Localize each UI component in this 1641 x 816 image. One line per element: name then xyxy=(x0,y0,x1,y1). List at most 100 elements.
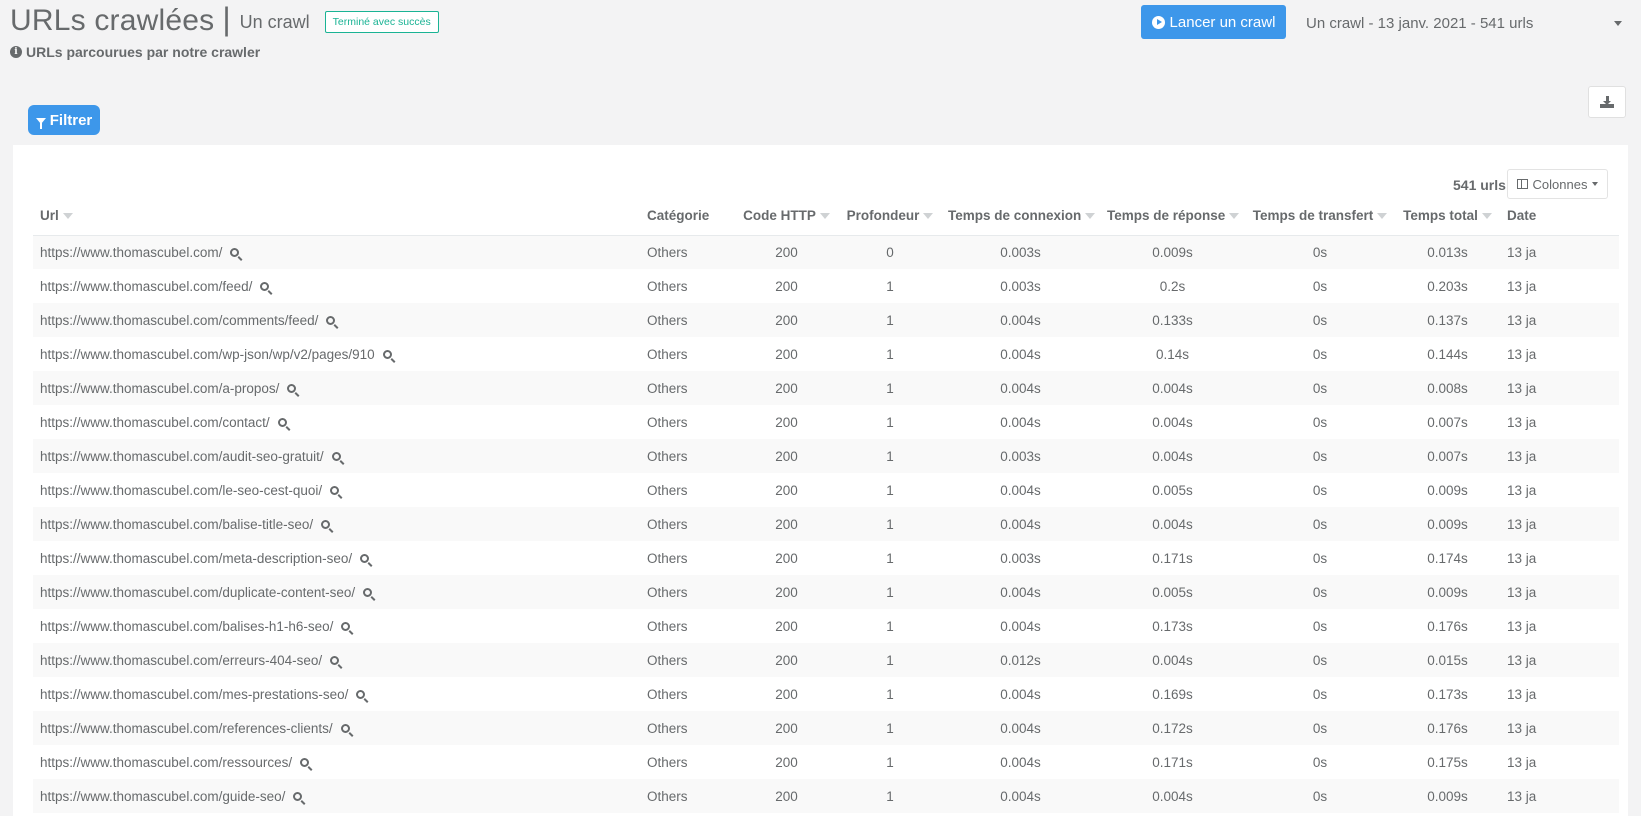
url-link[interactable]: https://www.thomascubel.com/duplicate-co… xyxy=(40,585,355,600)
url-link[interactable]: https://www.thomascubel.com/audit-seo-gr… xyxy=(40,449,324,464)
table-row[interactable]: https://www.thomascubel.com/a-propos/Oth… xyxy=(33,371,1619,405)
url-link[interactable]: https://www.thomascubel.com/balise-title… xyxy=(40,517,313,532)
search-icon[interactable] xyxy=(326,315,336,325)
search-icon[interactable] xyxy=(363,587,373,597)
col-header-http-code[interactable]: Code HTTP xyxy=(734,197,839,236)
cell-connect: 0.003s xyxy=(941,269,1100,303)
search-icon[interactable] xyxy=(356,689,366,699)
search-icon[interactable] xyxy=(360,553,370,563)
col-header-response-time[interactable]: Temps de réponse xyxy=(1100,197,1245,236)
cell-response: 0.004s xyxy=(1100,405,1245,439)
filter-button[interactable]: Filtrer xyxy=(28,105,100,135)
col-header-date[interactable]: Date xyxy=(1500,197,1619,236)
cell-url[interactable]: https://www.thomascubel.com/comments/fee… xyxy=(33,303,640,337)
search-icon[interactable] xyxy=(340,723,350,733)
url-link[interactable]: https://www.thomascubel.com/comments/fee… xyxy=(40,313,318,328)
search-icon[interactable] xyxy=(277,417,287,427)
cell-transfer: 0s xyxy=(1245,303,1395,337)
url-link[interactable]: https://www.thomascubel.com/wp-json/wp/v… xyxy=(40,347,375,362)
url-link[interactable]: https://www.thomascubel.com/balises-h1-h… xyxy=(40,619,333,634)
launch-crawl-button[interactable]: Lancer un crawl xyxy=(1141,5,1286,39)
search-icon[interactable] xyxy=(382,349,392,359)
url-link[interactable]: https://www.thomascubel.com/references-c… xyxy=(40,721,333,736)
cell-code: 200 xyxy=(734,779,839,813)
cell-url[interactable]: https://www.thomascubel.com/duplicate-co… xyxy=(33,575,640,609)
search-icon[interactable] xyxy=(330,655,340,665)
url-link[interactable]: https://www.thomascubel.com/ressources/ xyxy=(40,755,292,770)
url-link[interactable]: https://www.thomascubel.com/mes-prestati… xyxy=(40,687,348,702)
table-row[interactable]: https://www.thomascubel.com/mes-prestati… xyxy=(33,677,1619,711)
col-header-url[interactable]: Url xyxy=(33,197,640,236)
cell-url[interactable]: https://www.thomascubel.com/references-c… xyxy=(33,711,640,745)
table-row[interactable]: https://www.thomascubel.com/feed/Others 2… xyxy=(33,269,1619,303)
url-link[interactable]: https://www.thomascubel.com/erreurs-404-… xyxy=(40,653,322,668)
cell-value: 0.004s xyxy=(1000,482,1041,498)
cell-url[interactable]: https://www.thomascubel.com/wp-json/wp/v… xyxy=(33,337,640,371)
cell-value: Others xyxy=(647,482,688,498)
cell-url[interactable]: https://www.thomascubel.com/a-propos/ xyxy=(33,371,640,405)
cell-url[interactable]: https://www.thomascubel.com/audit-seo-gr… xyxy=(33,439,640,473)
cell-value: 1 xyxy=(886,516,894,532)
col-header-total-time[interactable]: Temps total xyxy=(1395,197,1500,236)
table-row[interactable]: https://www.thomascubel.com/le-seo-cest-… xyxy=(33,473,1619,507)
download-button[interactable] xyxy=(1588,86,1626,118)
url-link[interactable]: https://www.thomascubel.com/ xyxy=(40,245,222,260)
cell-value: 0.003s xyxy=(1000,244,1041,260)
columns-button[interactable]: Colonnes xyxy=(1507,169,1608,199)
table-row[interactable]: https://www.thomascubel.com/duplicate-co… xyxy=(33,575,1619,609)
table-row[interactable]: https://www.thomascubel.com/meta-descrip… xyxy=(33,541,1619,575)
cell-value: 1 xyxy=(886,380,894,396)
table-row[interactable]: https://www.thomascubel.com/Others 200 0 0.… xyxy=(33,235,1619,269)
col-header-connect-time[interactable]: Temps de connexion xyxy=(941,197,1100,236)
url-link[interactable]: https://www.thomascubel.com/meta-descrip… xyxy=(40,551,352,566)
cell-value: 0.176s xyxy=(1427,720,1468,736)
cell-url[interactable]: https://www.thomascubel.com/balise-title… xyxy=(33,507,640,541)
col-header-transfer-time[interactable]: Temps de transfert xyxy=(1245,197,1395,236)
table-row[interactable]: https://www.thomascubel.com/comments/fee… xyxy=(33,303,1619,337)
search-icon[interactable] xyxy=(287,383,297,393)
search-icon[interactable] xyxy=(330,485,340,495)
table-row[interactable]: https://www.thomascubel.com/ressources/O… xyxy=(33,745,1619,779)
page-title: URLs crawlées xyxy=(10,3,215,37)
crawl-selector[interactable]: Un crawl - 13 janv. 2021 - 541 urls xyxy=(1300,9,1630,37)
url-link[interactable]: https://www.thomascubel.com/contact/ xyxy=(40,415,270,430)
cell-url[interactable]: https://www.thomascubel.com/meta-descrip… xyxy=(33,541,640,575)
cell-code: 200 xyxy=(734,609,839,643)
search-icon[interactable] xyxy=(341,621,351,631)
cell-value: 0.004s xyxy=(1152,788,1193,804)
cell-url[interactable]: https://www.thomascubel.com/mes-prestati… xyxy=(33,677,640,711)
table-row[interactable]: https://www.thomascubel.com/balise-title… xyxy=(33,507,1619,541)
search-icon[interactable] xyxy=(293,791,303,801)
url-link[interactable]: https://www.thomascubel.com/le-seo-cest-… xyxy=(40,483,322,498)
cell-code: 200 xyxy=(734,643,839,677)
table-row[interactable]: https://www.thomascubel.com/balises-h1-h… xyxy=(33,609,1619,643)
table-row[interactable]: https://www.thomascubel.com/references-c… xyxy=(33,711,1619,745)
cell-url[interactable]: https://www.thomascubel.com/feed/ xyxy=(33,269,640,303)
cell-url[interactable]: https://www.thomascubel.com/contact/ xyxy=(33,405,640,439)
search-icon[interactable] xyxy=(331,451,341,461)
col-header-depth[interactable]: Profondeur xyxy=(839,197,941,236)
url-link[interactable]: https://www.thomascubel.com/guide-seo/ xyxy=(40,789,285,804)
cell-code: 200 xyxy=(734,405,839,439)
cell-response: 0.171s xyxy=(1100,541,1245,575)
table-row[interactable]: https://www.thomascubel.com/guide-seo/Ot… xyxy=(33,779,1619,813)
cell-url[interactable]: https://www.thomascubel.com/guide-seo/ xyxy=(33,779,640,813)
sort-icon xyxy=(819,213,830,220)
search-icon[interactable] xyxy=(321,519,331,529)
cell-url[interactable]: https://www.thomascubel.com/balises-h1-h… xyxy=(33,609,640,643)
search-icon[interactable] xyxy=(300,757,310,767)
urls-table-container[interactable]: Url Catégorie Code HTTP Profondeur Temps… xyxy=(33,197,1619,816)
search-icon[interactable] xyxy=(260,281,270,291)
url-link[interactable]: https://www.thomascubel.com/feed/ xyxy=(40,279,252,294)
cell-url[interactable]: https://www.thomascubel.com/ xyxy=(33,235,640,269)
cell-url[interactable]: https://www.thomascubel.com/le-seo-cest-… xyxy=(33,473,640,507)
status-badge: Terminé avec succès xyxy=(324,11,439,33)
table-row[interactable]: https://www.thomascubel.com/wp-json/wp/v… xyxy=(33,337,1619,371)
search-icon[interactable] xyxy=(230,247,240,257)
table-row[interactable]: https://www.thomascubel.com/erreurs-404-… xyxy=(33,643,1619,677)
cell-url[interactable]: https://www.thomascubel.com/ressources/ xyxy=(33,745,640,779)
table-row[interactable]: https://www.thomascubel.com/audit-seo-gr… xyxy=(33,439,1619,473)
cell-url[interactable]: https://www.thomascubel.com/erreurs-404-… xyxy=(33,643,640,677)
url-link[interactable]: https://www.thomascubel.com/a-propos/ xyxy=(40,381,279,396)
table-row[interactable]: https://www.thomascubel.com/contact/Othe… xyxy=(33,405,1619,439)
